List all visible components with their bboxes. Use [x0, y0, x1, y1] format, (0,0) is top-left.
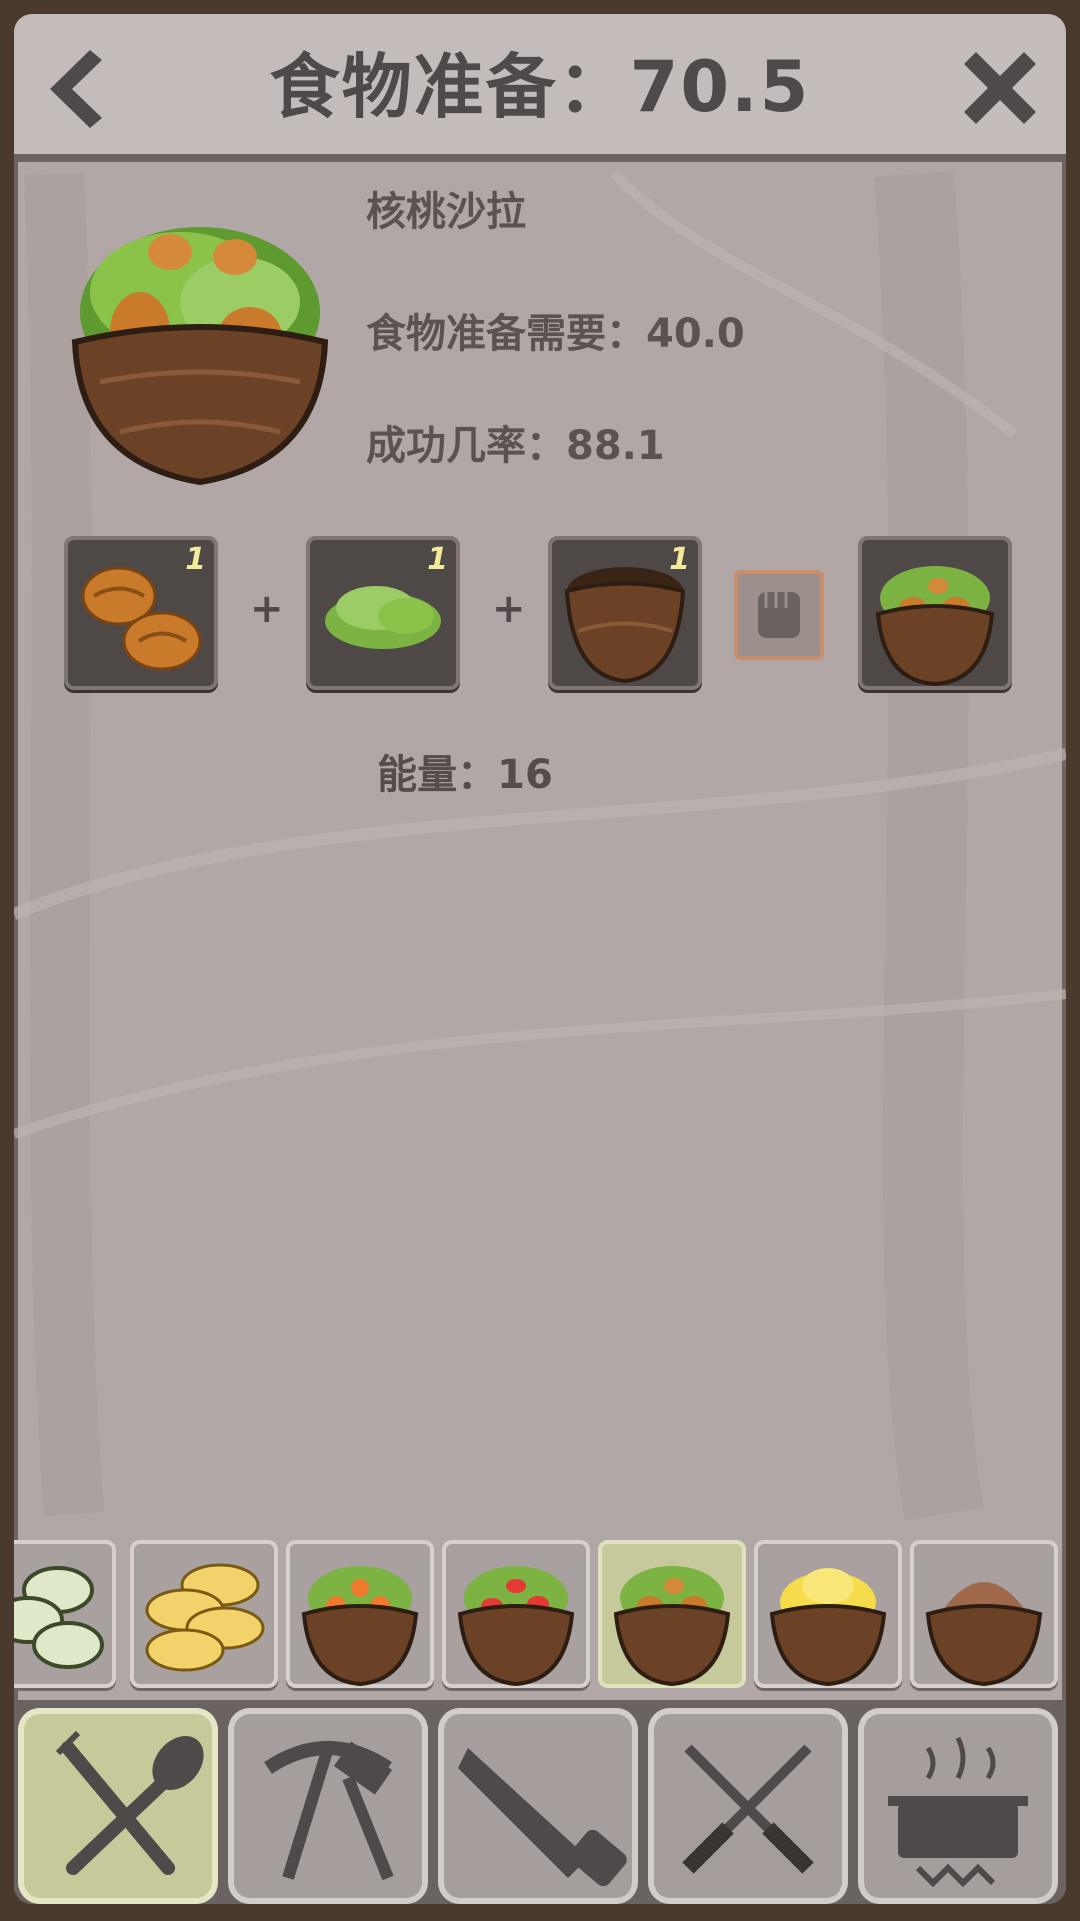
cucumber-slices-icon — [14, 1566, 104, 1669]
fork-spoon-icon — [55, 1730, 204, 1875]
knives-icon — [682, 1744, 814, 1874]
pickaxe-hammer-icon — [264, 1741, 394, 1881]
fist-icon — [758, 592, 800, 638]
close-button[interactable] — [950, 38, 1050, 138]
recipe-item-cocoa[interactable] — [910, 1540, 1058, 1688]
banana-slices-icon — [145, 1563, 265, 1672]
back-button[interactable] — [40, 44, 110, 134]
recipe-list — [14, 1534, 1066, 1694]
tab-tools[interactable] — [228, 1708, 428, 1904]
close-icon — [964, 52, 1036, 124]
plus-sign: + — [250, 586, 284, 632]
tab-saw[interactable] — [438, 1708, 638, 1904]
recipe-item-walnut-salad[interactable] — [598, 1540, 746, 1688]
recipe-item-carrot-salad[interactable] — [286, 1540, 434, 1688]
food-prep-panel: 食物准备：70.5 核桃沙拉 食物准备需要：40.0 成功几率：88.1 1 + — [14, 14, 1066, 1904]
carrot-salad-icon — [301, 1566, 419, 1687]
success-rate: 成功几率：88.1 — [366, 423, 665, 469]
cooking-pot-icon — [888, 1736, 1028, 1888]
ingredient-qty: 1 — [427, 542, 448, 577]
ingredient-slot-walnut[interactable]: 1 — [64, 536, 218, 690]
walnut-salad-icon — [613, 1566, 731, 1687]
page-title: 食物准备：70.5 — [269, 46, 811, 128]
tab-knives[interactable] — [648, 1708, 848, 1904]
ingredient-slot-coconut-bowl[interactable]: 1 — [548, 536, 702, 690]
energy-value: 能量：16 — [377, 752, 553, 798]
category-tabs — [14, 1700, 1066, 1904]
prep-requirement: 食物准备需要：40.0 — [366, 311, 745, 357]
tomato-salad-icon — [457, 1566, 575, 1687]
mashed-banana-icon — [769, 1568, 887, 1687]
saw-icon — [458, 1748, 627, 1887]
recipe-item-mashed-banana[interactable] — [754, 1540, 902, 1688]
craft-fist-button[interactable] — [734, 570, 824, 660]
recipe-item-tomato-salad[interactable] — [442, 1540, 590, 1688]
result-slot[interactable] — [858, 536, 1012, 690]
cocoa-bowl-icon — [925, 1582, 1043, 1687]
tab-cooking[interactable] — [858, 1708, 1058, 1904]
ingredient-qty: 1 — [669, 542, 690, 577]
walnut-salad-icon — [875, 566, 995, 687]
recipe-item-banana[interactable] — [130, 1540, 278, 1688]
plus-sign: + — [492, 586, 526, 632]
recipe-name: 核桃沙拉 — [366, 189, 526, 235]
ingredient-slot-lettuce[interactable]: 1 — [306, 536, 460, 690]
chevron-left-icon — [50, 50, 102, 128]
walnut-salad-image — [71, 227, 329, 486]
title-bar: 食物准备：70.5 — [14, 14, 1066, 162]
tab-food[interactable] — [18, 1708, 218, 1904]
ingredient-qty: 1 — [185, 542, 206, 577]
recipe-item-cucumber[interactable] — [14, 1540, 116, 1688]
